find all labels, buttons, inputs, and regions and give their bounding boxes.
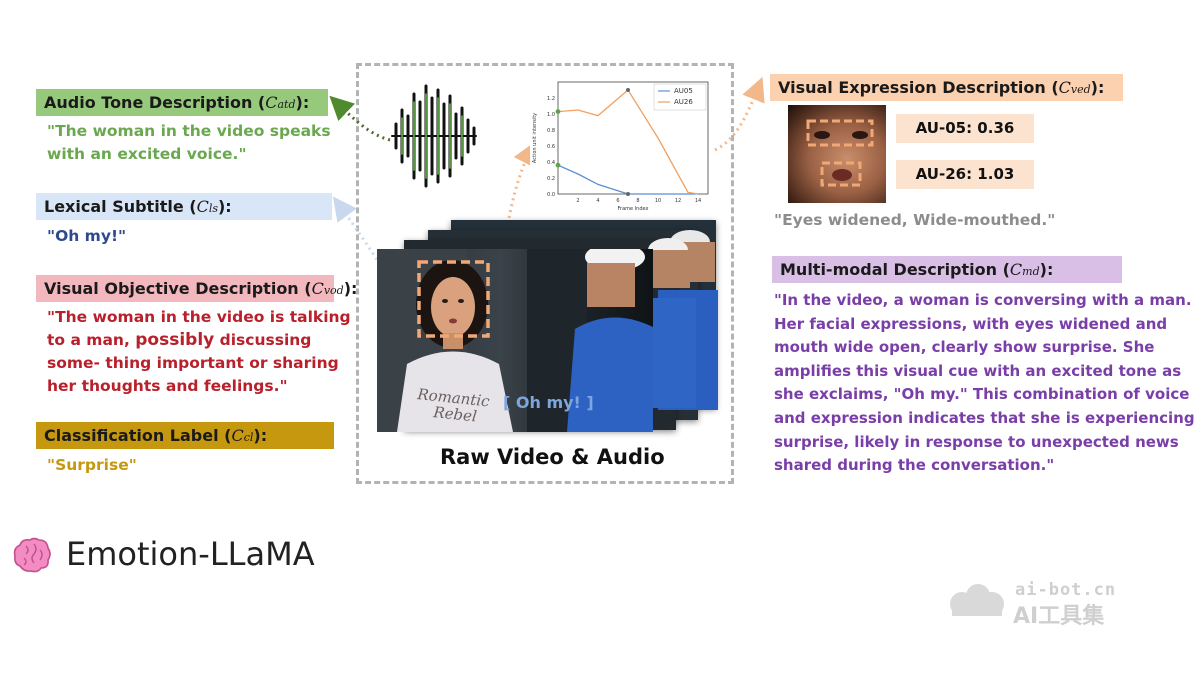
y-tick-label: 1.2 — [547, 96, 555, 102]
y-tick-label: 0.6 — [547, 144, 555, 150]
x-tick-label: 12 — [675, 198, 681, 204]
video-frame-main: Romantic Rebel [ Oh my! ] — [377, 249, 653, 432]
multimodal-tag: Multi-modal Description (Cmd): — [772, 256, 1122, 283]
x-tick-label: 10 — [655, 198, 661, 204]
visual-expression-tag: Visual Expression Description (Cved): — [770, 74, 1123, 101]
footer-title: Emotion-LLaMA — [66, 535, 315, 573]
y-tick-label: 0.8 — [547, 128, 555, 134]
chart-legend: AU05 AU26 — [653, 83, 707, 111]
expression-description: "Eyes widened, Wide-mouthed." — [774, 211, 1056, 229]
multimodal-label: Multi-modal Description ( — [780, 260, 1010, 279]
x-tick-label: 8 — [636, 198, 639, 204]
audio-arrow — [329, 95, 391, 142]
watermark-url: ai-bot.cn — [1015, 580, 1117, 600]
y-tick-label: 0.2 — [547, 176, 555, 182]
legend-au26: AU26 — [674, 98, 693, 106]
chart-xlabel: Frame Index — [618, 206, 649, 212]
watermark-logo-icon — [950, 584, 1004, 616]
watermark-name: AI工具集 — [1013, 604, 1105, 629]
x-tick-label: 4 — [596, 198, 599, 204]
face-closeup — [788, 105, 886, 203]
subtitle-overlay: [ Oh my! ] — [503, 393, 594, 412]
au05-value-box: AU-05: 0.36 — [896, 114, 1034, 143]
au26-value-box: AU-26: 1.03 — [896, 160, 1034, 189]
y-tick-label: 0.0 — [547, 192, 555, 198]
au26-peak-point — [626, 88, 630, 92]
legend-au05: AU05 — [674, 87, 693, 95]
y-tick-label: 0.4 — [547, 160, 555, 166]
waveform-icon — [391, 84, 477, 188]
chart-ylabel: Action unit intensity — [532, 113, 538, 163]
series-start-point — [555, 109, 561, 114]
chart-to-expression-arrow — [714, 76, 765, 152]
y-tick-label: 1.0 — [547, 112, 555, 118]
x-tick-label: 6 — [616, 198, 619, 204]
visual-expression-label: Visual Expression Description ( — [778, 78, 1059, 97]
au-intensity-chart: 2 4 6 8 10 12 14 0.0 0.2 0.4 0.6 0.8 1.0 1.2 Frame In… — [530, 76, 712, 212]
x-tick-label: 2 — [576, 198, 579, 204]
face-closeup-illustration — [806, 119, 874, 187]
au05-min-point — [626, 192, 630, 196]
raw-video-audio-caption: Raw Video & Audio — [440, 445, 665, 469]
x-tick-label: 14 — [695, 198, 701, 204]
brain-icon — [13, 537, 51, 573]
multimodal-description: "In the video, a woman is conversing wit… — [774, 291, 1195, 475]
series-start-point — [555, 162, 561, 168]
